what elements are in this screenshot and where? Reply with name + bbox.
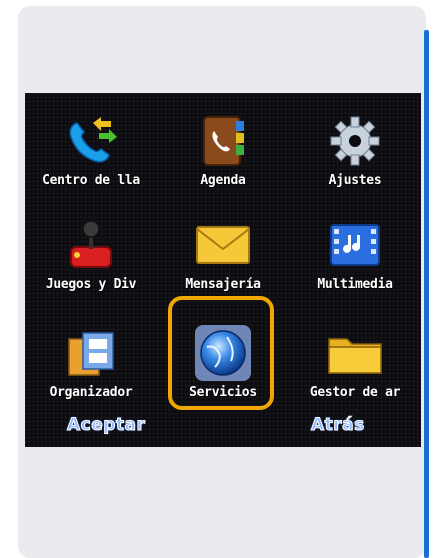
menu-item-multimedia[interactable]: Multimedia <box>289 197 421 297</box>
gear-icon <box>325 113 385 169</box>
menu-item-label: Multimedia <box>317 277 393 292</box>
softkey-accept[interactable]: Aceptar <box>66 415 145 436</box>
joystick-icon <box>61 217 121 273</box>
card-edge-accent <box>424 30 429 558</box>
envelope-icon <box>193 217 253 273</box>
menu-item-label: Juegos y Div <box>45 277 137 292</box>
menu-item-agenda[interactable]: Agenda <box>157 93 289 193</box>
menu-item-juegos[interactable]: Juegos y Div <box>25 197 157 297</box>
menu-item-label: Centro de lla <box>42 173 140 188</box>
menu-item-ajustes[interactable]: Ajustes <box>289 93 421 193</box>
phonebook-icon <box>193 113 253 169</box>
menu-item-label: Organizador <box>49 385 133 400</box>
menu-item-label: Gestor de ar <box>309 385 401 400</box>
menu-item-label: Agenda <box>200 173 246 188</box>
softkey-back[interactable]: Atrás <box>311 415 365 436</box>
menu-item-organizador[interactable]: Organizador <box>25 305 157 405</box>
menu-item-label: Mensajería <box>185 277 261 292</box>
organizer-icon <box>61 325 121 381</box>
menu-item-label: Ajustes <box>328 173 382 188</box>
menu-item-mensajeria[interactable]: Mensajería <box>157 197 289 297</box>
call-center-icon <box>61 113 121 169</box>
film-music-icon <box>325 217 385 273</box>
folder-icon <box>325 325 385 381</box>
menu-item-centro-de-llamadas[interactable]: Centro de lla <box>25 93 157 193</box>
selection-highlight <box>168 296 274 410</box>
phone-screen: Centro de lla Agenda Ajustes Juegos y Di… <box>25 93 421 447</box>
menu-item-gestor-de-archivos[interactable]: Gestor de ar <box>289 305 421 405</box>
